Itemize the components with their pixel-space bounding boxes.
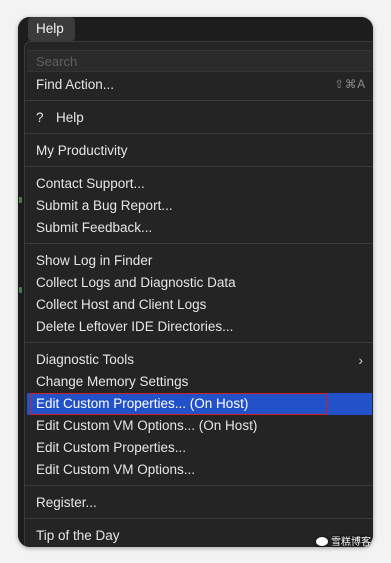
menu-item-register[interactable]: Register...	[27, 492, 372, 514]
menu-item-label: Diagnostic Tools	[36, 352, 135, 367]
menu-bar: Help	[18, 17, 373, 41]
menu-item-label: Edit Custom Properties...	[36, 440, 187, 455]
menu-item-label: My Productivity	[36, 143, 128, 158]
menu-separator	[25, 243, 373, 244]
wechat-icon	[316, 537, 328, 546]
menu-item-label: Edit Custom VM Options... (On Host)	[36, 418, 258, 433]
help-menu-title[interactable]: Help	[28, 17, 75, 41]
menu-item-label: Edit Custom Properties... (On Host)	[36, 396, 249, 411]
menu-item-label: Change Memory Settings	[36, 374, 189, 389]
app-window: Help Find Action... ⇧⌘A ? Help My Produc…	[18, 17, 373, 547]
menu-item-label: Submit a Bug Report...	[36, 198, 173, 213]
menu-separator	[25, 342, 373, 343]
question-mark-icon: ?	[36, 110, 44, 125]
menu-item-diagnostic-tools[interactable]: Diagnostic Tools ›	[27, 349, 372, 371]
menu-item-submit-feedback[interactable]: Submit Feedback...	[27, 217, 372, 239]
menu-item-label: Delete Leftover IDE Directories...	[36, 319, 234, 334]
menu-item-label: Edit Custom VM Options...	[36, 462, 196, 477]
shortcut-label: ⇧⌘A	[334, 79, 366, 91]
menu-item-label: Help	[56, 110, 84, 125]
menu-item-edit-vm-options-host[interactable]: Edit Custom VM Options... (On Host)	[27, 415, 372, 437]
menu-item-collect-logs[interactable]: Collect Logs and Diagnostic Data	[27, 272, 372, 294]
menu-separator	[25, 133, 373, 134]
search-box	[27, 50, 372, 72]
menu-item-label: Submit Feedback...	[36, 220, 153, 235]
watermark-text: 雪糕博客	[331, 537, 371, 548]
menu-item-label: Contact Support...	[36, 176, 145, 191]
menu-separator	[25, 100, 373, 101]
menu-item-collect-host-logs[interactable]: Collect Host and Client Logs	[27, 294, 372, 316]
watermark: 雪糕博客	[316, 536, 371, 550]
menu-item-help[interactable]: ? Help	[27, 107, 372, 129]
menu-item-submit-bug-report[interactable]: Submit a Bug Report...	[27, 195, 372, 217]
menu-item-change-memory[interactable]: Change Memory Settings	[27, 371, 372, 393]
menu-item-delete-leftover[interactable]: Delete Leftover IDE Directories...	[27, 316, 372, 338]
menu-separator	[25, 518, 373, 519]
menu-item-show-log[interactable]: Show Log in Finder	[27, 250, 372, 272]
menu-separator	[25, 485, 373, 486]
menu-item-contact-support[interactable]: Contact Support...	[27, 173, 372, 195]
gutter-marker	[19, 287, 22, 293]
menu-item-label: Show Log in Finder	[36, 253, 153, 268]
menu-item-edit-vm-options[interactable]: Edit Custom VM Options...	[27, 459, 372, 481]
search-input[interactable]	[36, 51, 356, 71]
menu-item-edit-custom-properties-host[interactable]: Edit Custom Properties... (On Host)	[27, 393, 372, 415]
menu-separator	[25, 166, 373, 167]
menu-item-edit-custom-properties[interactable]: Edit Custom Properties...	[27, 437, 372, 459]
menu-item-label: Find Action...	[36, 77, 115, 92]
menu-item-label: Register...	[36, 495, 97, 510]
help-menu: Find Action... ⇧⌘A ? Help My Productivit…	[24, 41, 373, 547]
menu-item-label: Collect Logs and Diagnostic Data	[36, 275, 236, 290]
menu-item-find-action[interactable]: Find Action... ⇧⌘A	[27, 74, 372, 96]
menu-item-label: Tip of the Day	[36, 528, 120, 543]
chevron-right-icon: ›	[358, 352, 363, 368]
gutter-marker	[19, 197, 22, 203]
menu-item-my-productivity[interactable]: My Productivity	[27, 140, 372, 162]
menu-item-label: Collect Host and Client Logs	[36, 297, 207, 312]
